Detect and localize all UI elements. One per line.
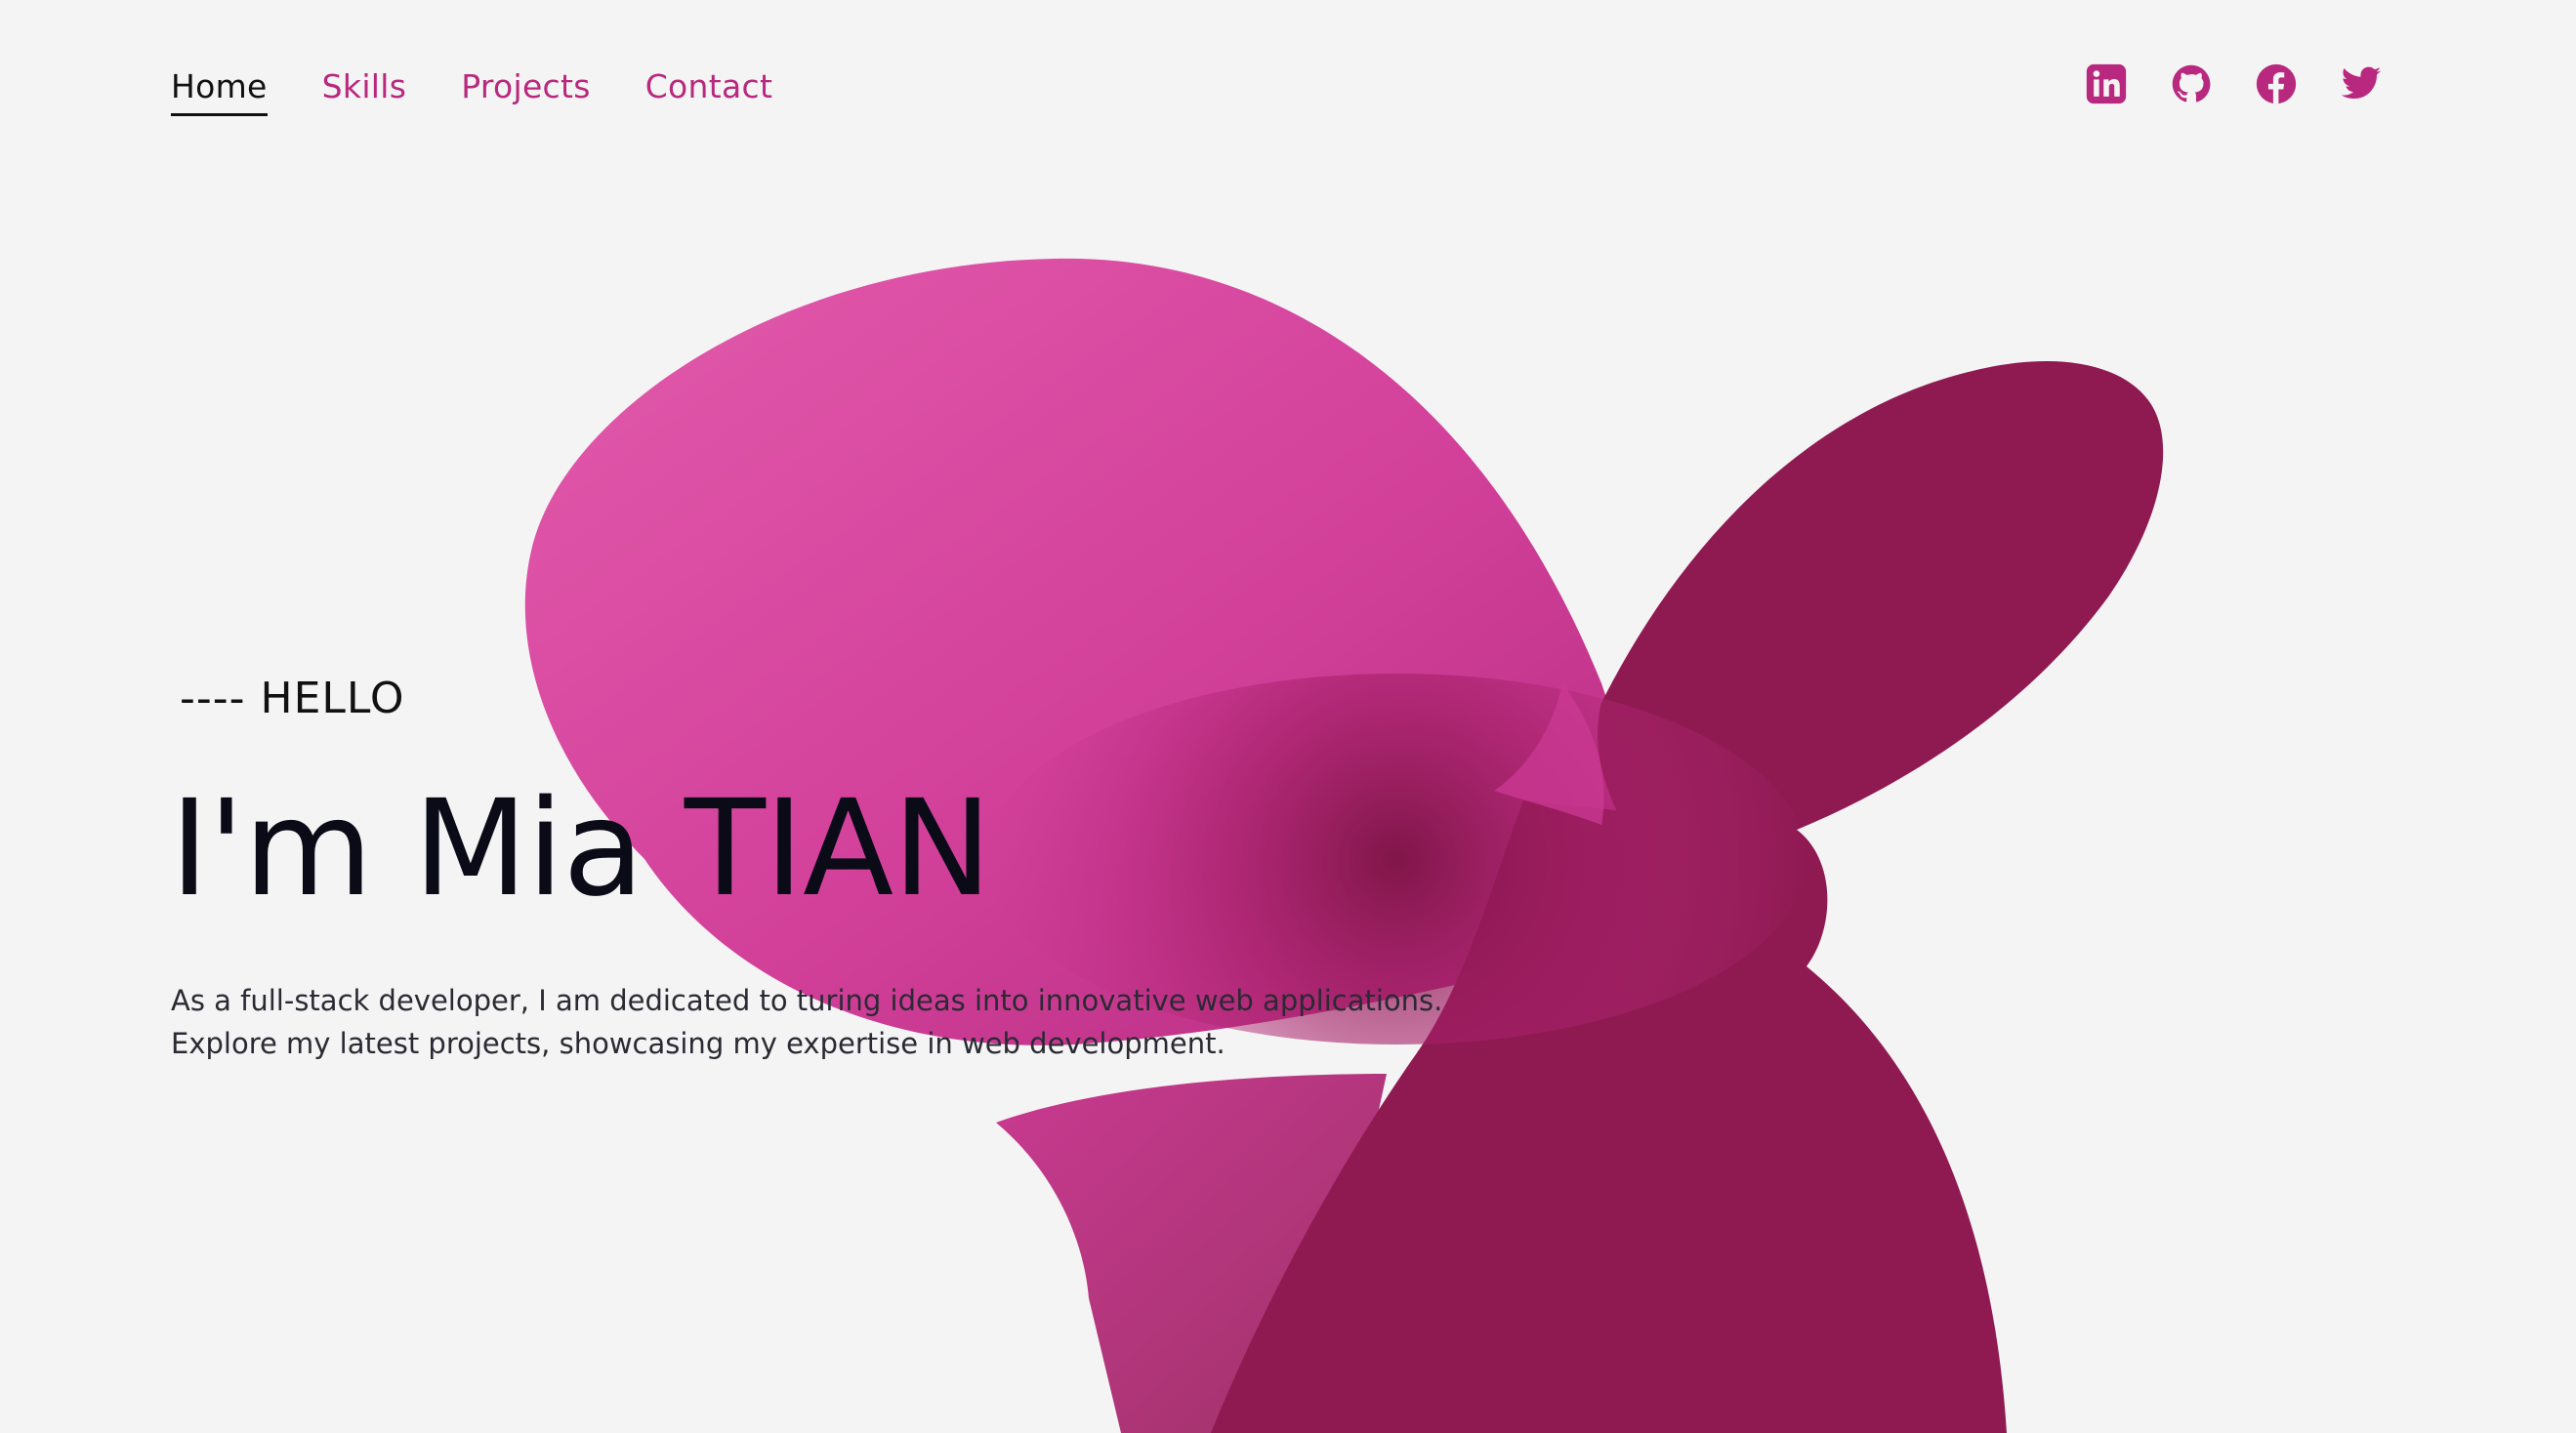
linkedin-icon[interactable] (2085, 62, 2128, 105)
hero-title: I'm Mia TIAN (170, 772, 992, 926)
github-icon[interactable] (2170, 62, 2213, 105)
main-nav: Home Skills Projects Contact (171, 61, 772, 116)
hero-description-line: Explore my latest projects, showcasing m… (171, 1027, 1226, 1060)
nav-skills-link[interactable]: Skills (322, 61, 407, 116)
page: Home Skills Projects Contact ---- HELLO … (0, 0, 2576, 1433)
nav-contact-link[interactable]: Contact (645, 61, 773, 116)
facebook-icon[interactable] (2255, 62, 2298, 105)
nav-projects-link[interactable]: Projects (461, 61, 591, 116)
hero-description-line: As a full-stack developer, I am dedicate… (171, 984, 1443, 1017)
twitter-icon[interactable] (2340, 62, 2383, 105)
social-links (2085, 62, 2383, 105)
hero-eyebrow: ---- HELLO (180, 674, 405, 723)
hero-description: As a full-stack developer, I am dedicate… (171, 979, 1538, 1065)
nav-home-link[interactable]: Home (171, 61, 268, 116)
